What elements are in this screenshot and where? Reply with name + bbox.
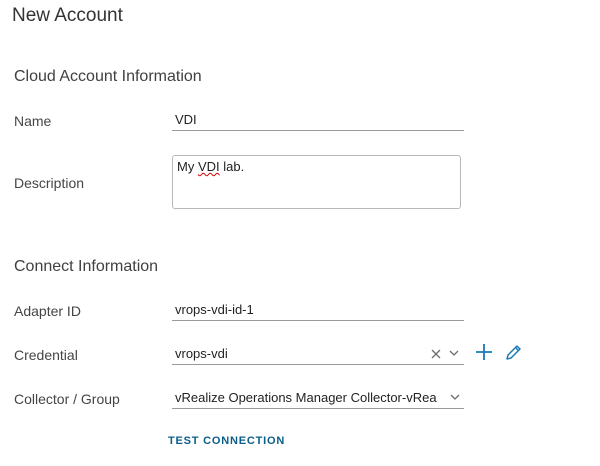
- collector-group-select[interactable]: vRealize Operations Manager Collector-vR…: [172, 387, 464, 409]
- pencil-icon[interactable]: [505, 343, 523, 361]
- chevron-down-icon[interactable]: [450, 394, 460, 401]
- misspelled-word: VDI: [197, 159, 220, 174]
- description-value: My VDI lab.: [177, 159, 245, 174]
- description-label: Description: [14, 175, 85, 191]
- description-textarea[interactable]: My VDI lab.: [172, 155, 461, 209]
- chevron-down-icon[interactable]: [449, 350, 459, 357]
- name-value: VDI: [175, 112, 197, 127]
- name-field[interactable]: VDI: [172, 109, 464, 131]
- cloud-account-section-title: Cloud Account Information: [14, 68, 202, 85]
- collector-group-label: Collector / Group: [14, 391, 120, 407]
- plus-icon[interactable]: [475, 343, 493, 361]
- collector-group-value: vRealize Operations Manager Collector-vR…: [175, 390, 437, 405]
- credential-value: vrops-vdi: [175, 346, 228, 361]
- clear-x-icon[interactable]: [431, 349, 441, 359]
- adapter-id-value: vrops-vdi-id-1: [175, 302, 254, 317]
- name-label: Name: [14, 113, 52, 129]
- credential-label: Credential: [14, 347, 78, 363]
- test-connection-button[interactable]: TEST CONNECTION: [168, 435, 285, 447]
- connect-section-title: Connect Information: [14, 258, 159, 275]
- adapter-id-label: Adapter ID: [14, 303, 81, 319]
- adapter-id-field[interactable]: vrops-vdi-id-1: [172, 299, 464, 321]
- page-title: New Account: [12, 5, 123, 26]
- credential-select[interactable]: vrops-vdi: [172, 343, 464, 365]
